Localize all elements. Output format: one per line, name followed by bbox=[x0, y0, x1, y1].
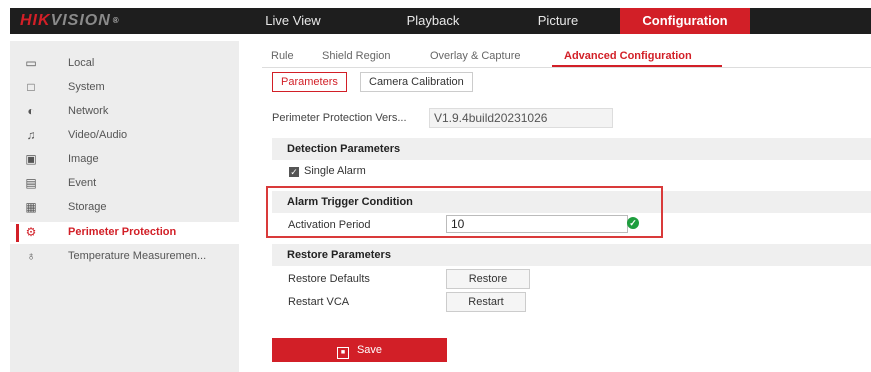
nav-configuration[interactable]: Configuration bbox=[620, 8, 750, 34]
restore-defaults-label: Restore Defaults bbox=[288, 273, 370, 285]
sidebar-item-local[interactable]: ▭ Local bbox=[10, 53, 239, 75]
sidebar-item-label: Temperature Measuremen... bbox=[68, 250, 207, 262]
save-icon: ■ bbox=[336, 347, 349, 359]
tab-divider bbox=[262, 67, 871, 68]
sidebar-item-video-audio[interactable]: ♫ Video/Audio bbox=[10, 125, 239, 147]
checkbox-checked-icon[interactable]: ✓ bbox=[289, 167, 299, 177]
restart-vca-label: Restart VCA bbox=[288, 296, 350, 308]
sidebar-item-temperature[interactable]: ♁ Temperature Measuremen... bbox=[10, 246, 239, 268]
tab-rule[interactable]: Rule bbox=[271, 50, 294, 62]
thermometer-icon: ♁ bbox=[26, 249, 36, 263]
storage-icon: ▦ bbox=[25, 200, 37, 214]
video-audio-icon: ♫ bbox=[26, 128, 36, 142]
single-alarm-checkbox[interactable]: ✓ Single Alarm bbox=[289, 165, 366, 177]
sidebar-item-label: System bbox=[68, 81, 105, 93]
sidebar-item-label: Local bbox=[68, 57, 95, 69]
system-icon: □ bbox=[27, 80, 35, 94]
sidebar-item-storage[interactable]: ▦ Storage bbox=[10, 197, 239, 219]
sidebar-item-label: Network bbox=[68, 105, 109, 117]
hikvision-logo: HIKVISION ® bbox=[20, 8, 120, 34]
restore-parameters-header: Restore Parameters bbox=[272, 244, 871, 266]
sidebar-item-label: Video/Audio bbox=[68, 129, 128, 141]
subtab-camera-calibration[interactable]: Camera Calibration bbox=[360, 72, 473, 92]
network-icon: ◐ bbox=[27, 104, 35, 118]
sidebar-item-system[interactable]: □ System bbox=[10, 77, 239, 99]
single-alarm-label: Single Alarm bbox=[304, 165, 366, 177]
restore-button[interactable]: Restore bbox=[446, 269, 530, 289]
sidebar-item-perimeter-protection[interactable]: ⚙ Perimeter Protection bbox=[10, 222, 239, 244]
save-button[interactable]: ■ Save bbox=[272, 338, 447, 362]
top-navigation-bar: HIKVISION ® Live View Playback Picture Co… bbox=[10, 8, 871, 34]
registered-mark: ® bbox=[112, 16, 120, 25]
sidebar-item-label: Image bbox=[68, 153, 99, 165]
sidebar-item-event[interactable]: ▤ Event bbox=[10, 173, 239, 195]
sidebar-item-image[interactable]: ▣ Image bbox=[10, 149, 239, 171]
tab-shield-region[interactable]: Shield Region bbox=[322, 50, 391, 62]
active-tab-underline bbox=[552, 65, 722, 67]
tab-advanced-configuration[interactable]: Advanced Configuration bbox=[564, 50, 692, 62]
sidebar-item-label: Storage bbox=[68, 201, 107, 213]
event-icon: ▤ bbox=[25, 176, 37, 190]
image-icon: ▣ bbox=[25, 152, 37, 166]
highlight-box bbox=[266, 186, 663, 238]
version-label: Perimeter Protection Vers... bbox=[272, 112, 407, 124]
nav-live-view[interactable]: Live View bbox=[253, 8, 333, 34]
subtab-parameters[interactable]: Parameters bbox=[272, 72, 347, 92]
sidebar-item-label: Perimeter Protection bbox=[68, 226, 177, 238]
detection-parameters-header: Detection Parameters bbox=[272, 138, 871, 160]
monitor-icon: ▭ bbox=[25, 56, 37, 70]
logo-sub-text: VISION bbox=[50, 12, 111, 29]
logo-main-text: HIK bbox=[20, 12, 51, 29]
sidebar: ▭ Local □ System ◐ Network ♫ Video/Audio… bbox=[10, 41, 239, 372]
sidebar-item-network[interactable]: ◐ Network bbox=[10, 101, 239, 123]
version-value: V1.9.4build20231026 bbox=[429, 108, 613, 128]
tab-overlay-capture[interactable]: Overlay & Capture bbox=[430, 50, 520, 62]
save-label: Save bbox=[356, 344, 383, 356]
restart-button[interactable]: Restart bbox=[446, 292, 526, 312]
sidebar-item-label: Event bbox=[68, 177, 97, 189]
nav-playback[interactable]: Playback bbox=[393, 8, 473, 34]
nav-picture[interactable]: Picture bbox=[518, 8, 598, 34]
perimeter-icon: ⚙ bbox=[25, 225, 37, 239]
